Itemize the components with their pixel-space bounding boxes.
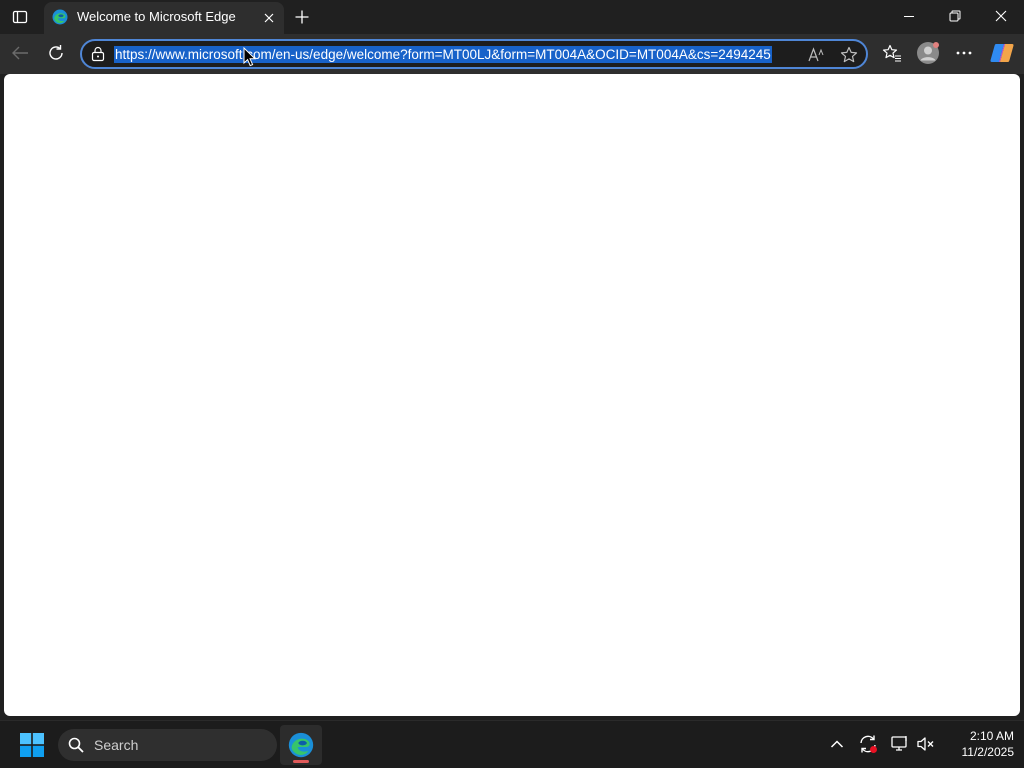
close-icon	[995, 10, 1007, 22]
back-button[interactable]	[5, 38, 35, 68]
clock-time: 2:10 AM	[969, 729, 1014, 743]
tab-close-button[interactable]	[260, 9, 278, 27]
back-icon	[12, 46, 28, 60]
tab-welcome[interactable]: Welcome to Microsoft Edge	[44, 2, 284, 34]
mouse-cursor-icon	[243, 47, 257, 67]
tab-actions-button[interactable]	[6, 4, 34, 30]
refresh-button[interactable]	[41, 38, 71, 68]
copilot-icon	[990, 44, 1014, 62]
tab-actions-icon	[12, 10, 28, 24]
new-tab-button[interactable]	[289, 4, 315, 30]
profile-icon	[917, 42, 939, 64]
more-options-icon	[956, 51, 972, 55]
edge-logo-icon	[52, 9, 68, 25]
active-app-indicator	[293, 760, 309, 763]
restore-icon	[949, 10, 961, 22]
plus-icon	[295, 10, 309, 24]
tab-title: Welcome to Microsoft Edge	[77, 9, 236, 24]
network-button[interactable]	[889, 733, 911, 755]
windows-logo-icon	[20, 733, 44, 757]
taskbar: Search 2:10 AM 11/2/2025	[0, 720, 1024, 768]
copilot-button[interactable]	[987, 38, 1017, 68]
favorites-icon	[882, 44, 901, 62]
address-bar[interactable]: https://www.microsoft.com/en-us/edge/wel…	[80, 39, 868, 69]
restore-button[interactable]	[932, 0, 978, 32]
system-clock[interactable]: 2:10 AM 11/2/2025	[944, 728, 1015, 760]
show-hidden-icons-button[interactable]	[826, 733, 848, 755]
url-text[interactable]: https://www.microsoft.com/en-us/edge/wel…	[114, 46, 772, 63]
search-icon	[68, 737, 84, 753]
edge-logo-icon	[288, 732, 314, 758]
show-hidden-icons-icon	[830, 740, 844, 748]
favorites-button[interactable]	[877, 38, 907, 68]
site-info-icon	[91, 46, 105, 62]
more-options-button[interactable]	[949, 38, 979, 68]
close-icon	[264, 13, 274, 23]
taskbar-edge-app[interactable]	[280, 725, 322, 765]
refresh-icon	[49, 45, 63, 60]
read-aloud-icon	[808, 47, 824, 62]
sync-status-button[interactable]	[857, 733, 879, 755]
minimize-icon	[904, 16, 914, 17]
favorite-button[interactable]	[838, 44, 860, 66]
minimize-button[interactable]	[886, 0, 932, 32]
search-label: Search	[94, 737, 139, 753]
volume-button[interactable]	[915, 733, 937, 755]
network-icon	[891, 736, 907, 751]
close-window-button[interactable]	[978, 0, 1024, 32]
page-viewport[interactable]	[4, 74, 1020, 716]
browser-toolbar: https://www.microsoft.com/en-us/edge/wel…	[0, 34, 1024, 74]
site-info-button[interactable]	[88, 45, 108, 63]
start-button[interactable]	[12, 725, 52, 765]
favorite-star-icon	[840, 46, 858, 63]
read-aloud-button[interactable]	[806, 44, 828, 66]
taskbar-search[interactable]: Search	[58, 729, 277, 761]
profile-button[interactable]	[913, 38, 943, 68]
volume-muted-icon	[917, 737, 934, 751]
sync-icon	[860, 735, 877, 753]
browser-titlebar: Welcome to Microsoft Edge	[0, 0, 1024, 34]
url-field[interactable]: https://www.microsoft.com/en-us/edge/wel…	[114, 46, 802, 63]
clock-date: 11/2/2025	[961, 745, 1015, 759]
